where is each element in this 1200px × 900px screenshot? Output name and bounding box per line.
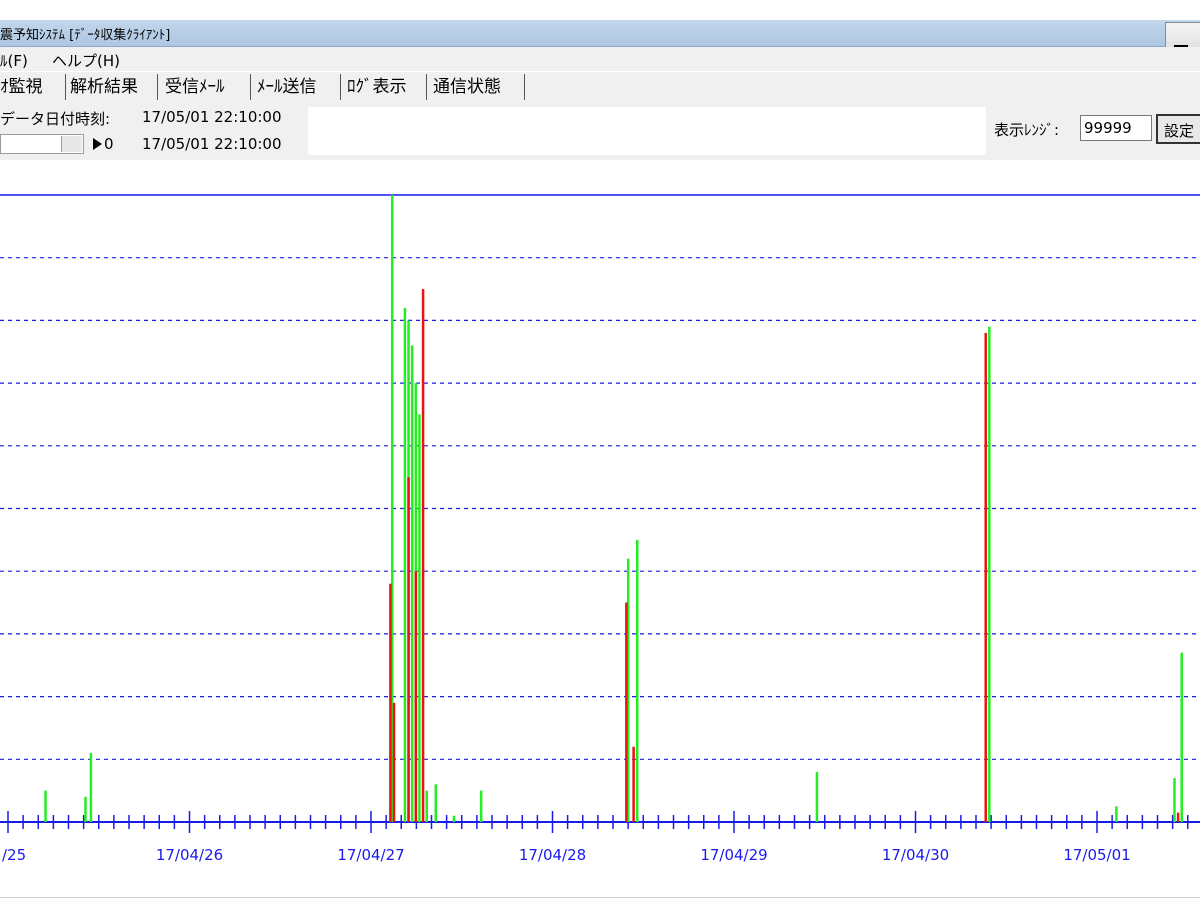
x-tick-label: 17/05/01 xyxy=(1063,846,1130,864)
data-bar-red xyxy=(421,289,425,822)
x-tick-label: 17/04/29 xyxy=(700,846,767,864)
slider-value: 0 xyxy=(104,135,114,153)
data-datetime-label: データ日付時刻: xyxy=(0,110,111,128)
data-bar-red xyxy=(414,571,418,822)
data-datetime-value: 17/05/01 22:10:00 xyxy=(142,108,282,126)
data-bar-red xyxy=(392,702,396,822)
tab-bar: ｵ監視 解析結果 受信ﾒｰﾙ ﾒｰﾙ送信 ﾛｸﾞ表示 通信状態 xyxy=(0,72,1200,102)
data-bar-green xyxy=(1115,806,1118,822)
data-bar-red xyxy=(632,746,635,822)
data-bar-green xyxy=(89,753,93,822)
data-bar-red xyxy=(389,583,392,822)
window-title: 震予知ｼｽﾃﾑ [ﾃﾞｰﾀ収集ｸﾗｲｱﾝﾄ] xyxy=(0,28,171,43)
slider-datetime-value: 17/05/01 22:10:00 xyxy=(142,135,282,153)
data-bar-red xyxy=(984,332,987,822)
menu-file[interactable]: ﾙ(F) xyxy=(0,50,28,71)
data-bar-red xyxy=(625,602,628,822)
x-tick-label: 17/04/30 xyxy=(882,846,949,864)
bottom-divider xyxy=(0,897,1200,898)
tab-log-view[interactable]: ﾛｸﾞ表示 xyxy=(347,74,427,100)
data-bar-green xyxy=(418,414,421,822)
x-tick-label: /25 xyxy=(2,846,26,864)
play-icon[interactable] xyxy=(93,138,102,150)
tab-send-mail[interactable]: ﾒｰﾙ送信 xyxy=(257,74,341,100)
data-bar-green xyxy=(403,307,407,822)
data-bar-green xyxy=(1180,652,1183,822)
display-range-label: 表示ﾚﾝｼﾞ: xyxy=(994,121,1060,139)
tab-received-mail[interactable]: 受信ﾒｰﾙ xyxy=(165,74,251,100)
data-bar-green xyxy=(479,790,483,822)
data-bar-green xyxy=(434,784,438,822)
info-display-box xyxy=(308,107,986,155)
data-bar-green xyxy=(815,771,819,822)
tab-connection-status[interactable]: 通信状態 xyxy=(433,74,525,100)
tab-monitor[interactable]: ｵ監視 xyxy=(0,74,66,100)
slider-thumb[interactable] xyxy=(61,136,82,152)
menu-bar: ﾙ(F) ヘルプ(H) xyxy=(0,47,1200,71)
seismic-chart: /25 17/04/26 17/04/27 17/04/28 17/04/29 17/04… xyxy=(0,194,1200,864)
data-bar-green xyxy=(1173,778,1176,822)
x-tick-label: 17/04/27 xyxy=(337,846,404,864)
data-bar-green xyxy=(84,796,87,822)
info-bar: データ日付時刻: 17/05/01 22:10:00 0 17/05/01 22… xyxy=(0,102,1200,160)
data-bar-green xyxy=(988,326,991,822)
data-bar-green xyxy=(452,815,456,822)
data-bar-green xyxy=(635,539,639,822)
data-bar-green xyxy=(410,345,414,822)
tab-analysis-results[interactable]: 解析結果 xyxy=(70,74,158,100)
x-tick-label: 17/04/26 xyxy=(156,846,223,864)
time-slider[interactable] xyxy=(0,134,84,154)
x-tick-label: 17/04/28 xyxy=(519,846,586,864)
set-button[interactable]: 設定 xyxy=(1156,114,1200,144)
data-bar-green xyxy=(44,790,47,822)
title-bar: 震予知ｼｽﾃﾑ [ﾃﾞｰﾀ収集ｸﾗｲｱﾝﾄ] xyxy=(0,20,1200,47)
data-bar-red xyxy=(407,477,410,822)
data-bar-green xyxy=(425,790,428,822)
menu-help[interactable]: ヘルプ(H) xyxy=(52,50,120,71)
display-range-input[interactable] xyxy=(1080,115,1152,141)
data-bar-red xyxy=(1176,812,1180,822)
